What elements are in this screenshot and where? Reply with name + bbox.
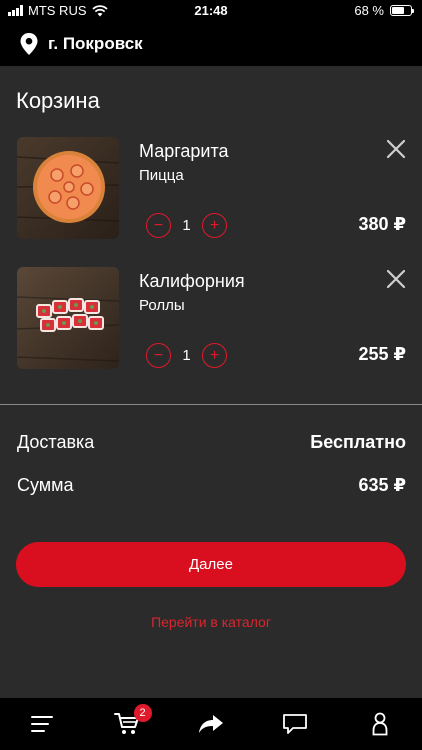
tab-share[interactable]	[190, 703, 232, 745]
catalog-link[interactable]: Перейти в каталог	[0, 614, 422, 630]
delivery-row: Доставка Бесплатно	[17, 432, 406, 453]
item-category: Пицца	[139, 167, 184, 184]
remove-item-button[interactable]	[386, 139, 406, 159]
profile-icon	[372, 712, 388, 736]
remove-item-button[interactable]	[386, 269, 406, 289]
tab-cart[interactable]: 2	[106, 703, 152, 745]
cart-item: Маргарита Пицца − 1 + 380 ₽	[0, 137, 422, 247]
tab-profile[interactable]	[359, 703, 401, 745]
chat-icon	[283, 714, 308, 734]
cart-badge: 2	[133, 704, 152, 722]
share-icon	[198, 715, 223, 733]
quantity-value: 1	[182, 217, 191, 234]
menu-icon	[31, 716, 54, 732]
divider	[0, 404, 422, 405]
battery-percent: 68 %	[354, 3, 384, 18]
battery-fill	[392, 7, 405, 14]
total-label: Сумма	[17, 475, 74, 495]
quantity-stepper: − 1 +	[146, 213, 227, 238]
location-pin-icon	[20, 33, 38, 55]
increment-button[interactable]: +	[202, 343, 227, 368]
cart-item: Калифорния Роллы − 1 + 255 ₽	[0, 267, 422, 377]
item-name: Калифорния	[139, 271, 245, 291]
delivery-value: Бесплатно	[310, 432, 406, 452]
tab-bar: 2	[0, 698, 422, 750]
delivery-label: Доставка	[17, 432, 95, 452]
item-price: 255 ₽	[358, 344, 406, 364]
total-value: 635 ₽	[358, 475, 406, 495]
increment-button[interactable]: +	[202, 213, 227, 238]
battery-icon	[390, 5, 414, 16]
decrement-button[interactable]: −	[146, 343, 171, 368]
next-button[interactable]: Далее	[16, 542, 406, 587]
quantity-value: 1	[182, 347, 191, 364]
rolls-image	[17, 267, 119, 369]
status-right: 68 %	[354, 3, 414, 18]
location-selector[interactable]: г. Покровск	[0, 22, 422, 66]
item-category: Роллы	[139, 297, 185, 314]
total-row: Сумма 635 ₽	[17, 475, 406, 496]
page-title: Корзина	[16, 88, 100, 113]
item-price: 380 ₽	[358, 214, 406, 234]
quantity-stepper: − 1 +	[146, 343, 227, 368]
status-bar: MTS RUS 21:48 68 %	[0, 0, 422, 22]
tab-chat[interactable]	[274, 703, 316, 745]
decrement-button[interactable]: −	[146, 213, 171, 238]
city-label: г. Покровск	[48, 34, 143, 53]
item-name: Маргарита	[139, 141, 229, 161]
tab-menu[interactable]	[21, 703, 63, 745]
pizza-image	[17, 137, 119, 239]
